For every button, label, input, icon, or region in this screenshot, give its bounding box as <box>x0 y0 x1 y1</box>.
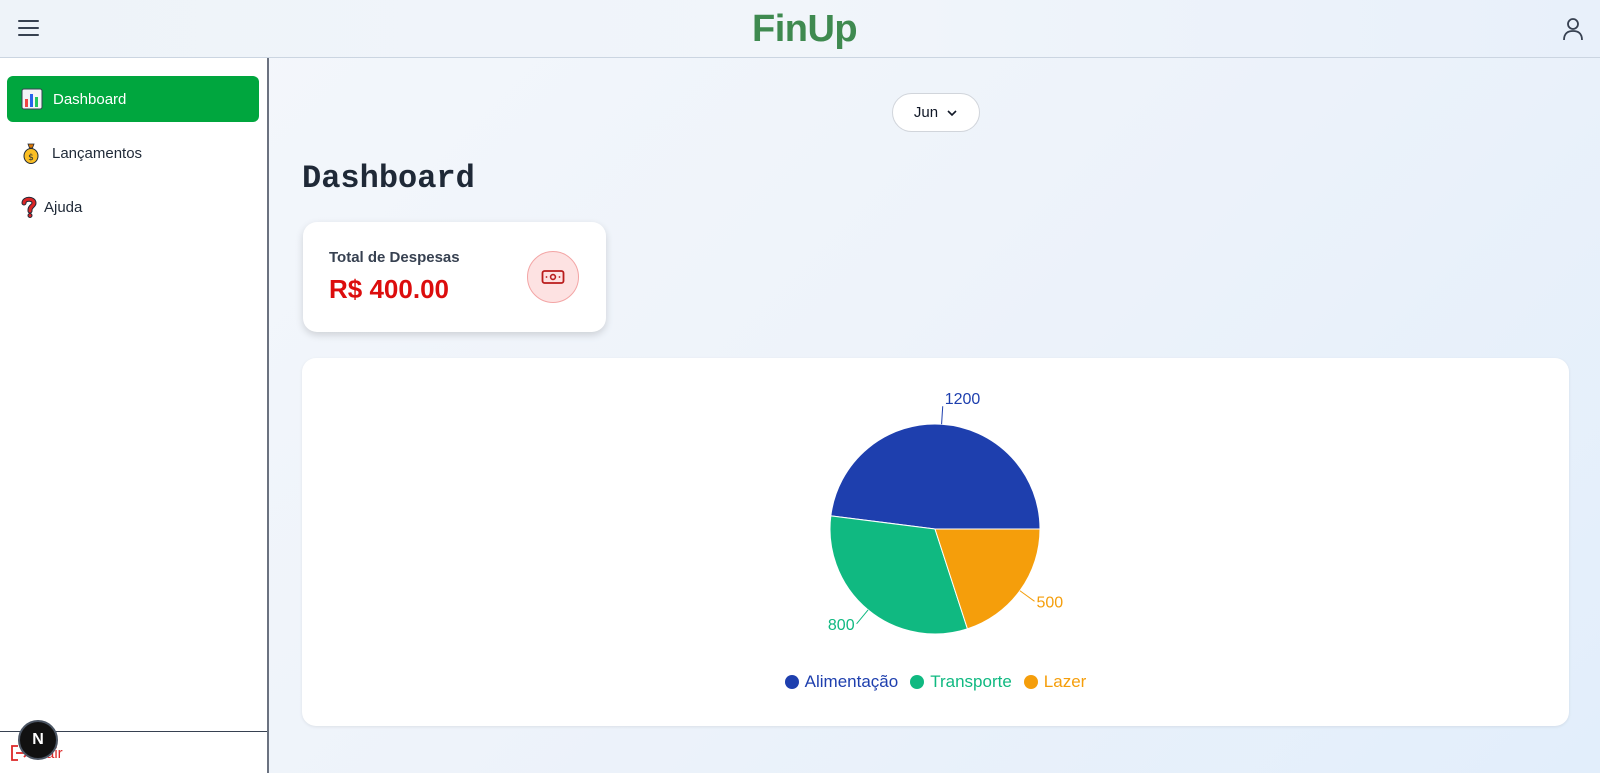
sidebar-item-label: Ajuda <box>44 198 83 216</box>
legend-dot <box>784 675 799 689</box>
cash-icon <box>527 251 579 303</box>
pie-data-label: 1200 <box>945 391 981 408</box>
sidebar-item-ajuda[interactable]: Ajuda <box>7 184 259 230</box>
month-select-value: Jun <box>913 104 939 121</box>
user-profile-icon[interactable] <box>1560 16 1586 42</box>
hamburger-menu-icon[interactable] <box>17 17 41 39</box>
total-expenses-label: Total de Despesas <box>329 249 460 266</box>
legend-dot <box>910 675 925 689</box>
sidebar-item-label: Lançamentos <box>52 144 143 162</box>
chevron-down-icon <box>946 104 958 121</box>
legend-item-transporte[interactable]: Transporte <box>910 672 1012 692</box>
pie-data-label: 800 <box>828 617 855 634</box>
bar-chart-icon <box>21 88 43 110</box>
sidebar-item-lancamentos[interactable]: $ Lançamentos <box>7 130 259 176</box>
pie-label-leader <box>856 609 869 625</box>
chart-legend: Alimentação Transporte Lazer <box>302 672 1569 692</box>
pie-label-leader <box>941 406 944 425</box>
money-bag-icon: $ <box>20 142 42 164</box>
legend-label: Lazer <box>1043 672 1087 691</box>
total-expenses-card: Total de Despesas R$ 400.00 <box>303 222 606 332</box>
top-bar: FinUp <box>0 0 1600 58</box>
pie-label-leader <box>1019 590 1035 602</box>
dev-tools-badge[interactable]: N <box>18 720 58 760</box>
expenses-pie-chart-card: 1200 800 500 Alimentação Transporte Lazer <box>302 358 1569 726</box>
total-expenses-value: R$ 400.00 <box>329 274 449 304</box>
pie-data-label: 500 <box>1037 594 1064 611</box>
legend-item-alimentacao[interactable]: Alimentação <box>784 672 899 692</box>
sidebar-item-label: Dashboard <box>53 90 127 108</box>
legend-dot <box>1023 675 1038 689</box>
legend-label: Transporte <box>930 672 1012 691</box>
pie-slice-alimentacao[interactable] <box>830 423 1041 530</box>
brand-logo: FinUp <box>752 8 858 50</box>
sidebar: Dashboard $ Lançamentos Ajuda <box>0 58 269 773</box>
page-title: Dashboard <box>302 160 475 197</box>
pie-chart: 1200 800 500 <box>828 391 1064 635</box>
legend-item-lazer[interactable]: Lazer <box>1023 672 1087 692</box>
svg-text:$: $ <box>28 153 34 163</box>
month-select[interactable]: Jun <box>892 93 980 132</box>
sidebar-item-dashboard[interactable]: Dashboard <box>7 76 259 122</box>
legend-label: Alimentação <box>804 672 899 691</box>
question-mark-icon <box>20 196 38 218</box>
